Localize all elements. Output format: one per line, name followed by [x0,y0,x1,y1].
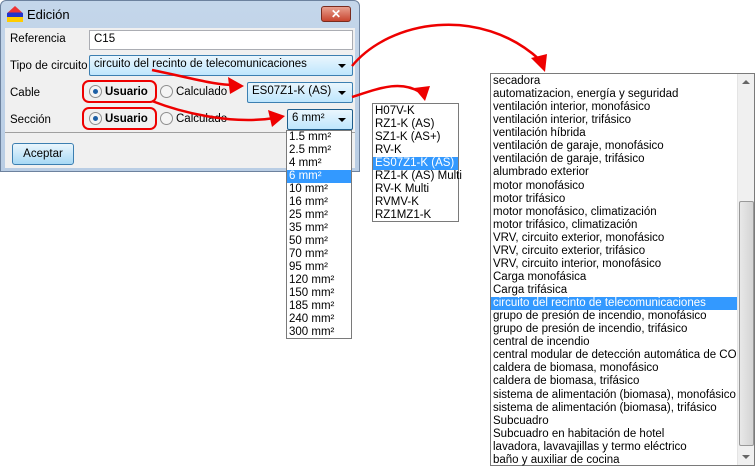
list-item[interactable]: 150 mm² [287,287,351,300]
app-house-icon [7,6,23,22]
seccion-usuario-radio[interactable]: Usuario [89,112,148,125]
radio-label: Calculado [176,112,228,125]
seccion-dropdown-list[interactable]: 1.5 mm² 2.5 mm² 4 mm² 6 mm² 10 mm² 16 mm² 25 m… [286,130,352,339]
list-item[interactable]: 70 mm² [287,248,351,261]
scrollbar[interactable] [737,74,754,465]
list-item[interactable]: 240 mm² [287,313,351,326]
radio-label: Calculado [176,85,228,98]
list-item[interactable]: central modular de detección automática … [491,349,754,362]
chevron-down-icon [338,118,346,122]
list-item[interactable]: circuito del recinto de telecomunicacion… [491,297,754,311]
list-item[interactable]: 95 mm² [287,261,351,274]
list-item[interactable]: Carga trifásica [491,284,754,297]
scroll-up-icon[interactable] [742,80,750,84]
list-item[interactable]: ventilación de garaje, trifásico [491,153,754,166]
chevron-down-icon [338,64,346,68]
tipo-circuito-select[interactable]: circuito del recinto de telecomunicacion… [89,55,353,76]
cable-value: ES07Z1-K (AS) [252,85,332,97]
referencia-label: Referencia [10,33,66,45]
list-item[interactable]: 50 mm² [287,235,351,248]
list-item[interactable]: RV-K [373,144,458,157]
tipo-value: circuito del recinto de telecomunicacion… [94,58,307,70]
list-item[interactable]: VRV, circuito interior, monofásico [491,258,754,271]
list-item[interactable]: motor monofásico, climatización [491,206,754,219]
radio-checked-icon [89,85,102,98]
list-item[interactable]: lavadora, lavavajillas y termo eléctrico [491,441,754,454]
list-item[interactable]: 1.5 mm² [287,131,351,144]
list-item[interactable]: ventilación de garaje, monofásico [491,140,754,153]
list-item[interactable]: SZ1-K (AS+) [373,131,458,144]
list-item[interactable]: ventilación híbrida [491,127,754,140]
window-title: Edición [27,7,70,22]
list-item[interactable]: ventilación interior, monofásico [491,101,754,114]
radio-label: Usuario [105,112,148,125]
scroll-down-icon[interactable] [742,455,750,459]
seccion-label: Sección [10,114,51,126]
close-button[interactable]: ✕ [321,6,351,22]
list-item[interactable]: central de incendio [491,336,754,349]
list-item[interactable]: 4 mm² [287,157,351,170]
cable-dropdown-list[interactable]: H07V-K RZ1-K (AS) SZ1-K (AS+) RV-K ES07Z1-K … [372,103,462,222]
list-item[interactable]: motor trifásico, climatización [491,219,754,232]
list-item[interactable]: grupo de presión de incendio, monofásico [491,310,754,323]
tipo-label: Tipo de circuito [10,60,88,72]
list-item[interactable]: 300 mm² [287,326,351,339]
list-item[interactable]: 25 mm² [287,209,351,222]
list-item[interactable]: RVMV-K [373,196,458,209]
list-item[interactable]: RZ1-K (AS) [373,118,458,131]
list-item[interactable]: Carga monofásica [491,271,754,284]
list-item[interactable]: sistema de alimentación (biomasa), trifá… [491,402,754,415]
list-item[interactable]: motor monofásico [491,180,754,193]
list-item[interactable]: RV-K Multi [373,183,458,196]
list-item[interactable]: ES07Z1-K (AS) [373,157,458,170]
list-item[interactable]: 35 mm² [287,222,351,235]
list-item[interactable]: Subcuadro [491,415,754,428]
scrollbar-thumb[interactable] [739,201,754,446]
list-item[interactable]: VRV, circuito exterior, trifásico [491,245,754,258]
list-item[interactable]: secadora [491,75,754,88]
seccion-select[interactable]: 6 mm² [287,109,353,130]
list-item[interactable]: Subcuadro en habitación de hotel [491,428,754,441]
seccion-value: 6 mm² [292,112,325,124]
cable-select[interactable]: ES07Z1-K (AS) [247,82,353,103]
cable-label: Cable [10,87,41,99]
radio-unchecked-icon [160,85,173,98]
radio-unchecked-icon [160,112,173,125]
cable-calculado-radio[interactable]: Calculado [160,85,227,98]
list-item[interactable]: automatizacion, energía y seguridad [491,88,754,101]
title-bar: Edición ✕ [1,1,359,28]
list-item[interactable]: H07V-K [373,105,458,118]
referencia-input[interactable]: C15 [89,30,353,50]
list-item[interactable]: caldera de biomasa, monofásico [491,362,754,375]
list-item[interactable]: 10 mm² [287,183,351,196]
list-item[interactable]: 2.5 mm² [287,144,351,157]
list-item[interactable]: VRV, circuito exterior, monofásico [491,232,754,245]
tipo-circuito-dropdown-list[interactable]: secadora automatizacion, energía y seguri… [490,73,755,466]
list-item[interactable]: 16 mm² [287,196,351,209]
list-item[interactable]: sistema de alimentación (biomasa), monof… [491,389,754,402]
list-item[interactable]: grupo de presión de incendio, trifásico [491,323,754,336]
list-item[interactable]: ventilación interior, trifásico [491,114,754,127]
list-item[interactable]: RZ1-K (AS) Multi [373,170,462,183]
list-item[interactable]: caldera de biomasa, trifásico [491,375,754,388]
radio-checked-icon [89,112,102,125]
list-item[interactable]: motor trifásico [491,193,754,206]
list-item[interactable]: RZ1MZ1-K [373,209,458,222]
list-item[interactable]: 120 mm² [287,274,351,287]
seccion-calculado-radio[interactable]: Calculado [160,112,227,125]
aceptar-button[interactable]: Aceptar [12,143,74,165]
list-item[interactable]: 6 mm² [287,170,351,183]
chevron-down-icon [338,91,346,95]
radio-label: Usuario [105,85,148,98]
list-item[interactable]: baño y auxiliar de cocina [491,454,754,467]
list-item[interactable]: alumbrado exterior [491,166,754,179]
cable-usuario-radio[interactable]: Usuario [89,85,148,98]
list-item[interactable]: 185 mm² [287,300,351,313]
